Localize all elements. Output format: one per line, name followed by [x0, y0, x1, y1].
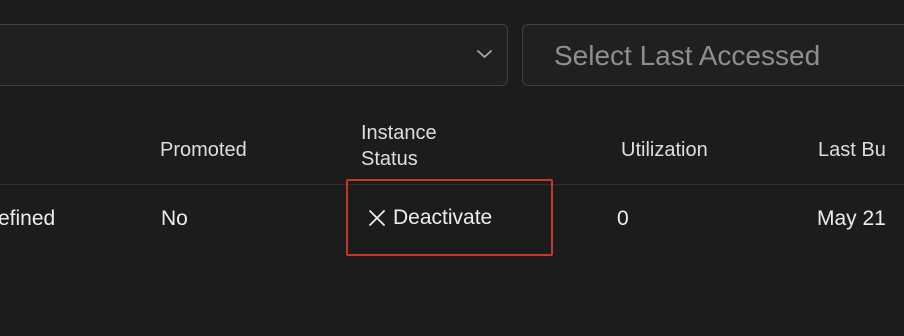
column-header-instance-status-line2: Status [361, 148, 418, 170]
deactivate-button[interactable]: Deactivate [368, 205, 492, 231]
chevron-down-icon[interactable] [476, 48, 493, 60]
last-accessed-placeholder: Select Last Accessed [554, 40, 821, 71]
column-header-last-built[interactable]: Last Bu [818, 138, 886, 162]
deactivate-label: Deactivate [393, 206, 493, 229]
cell-last-built: May 21 [817, 207, 886, 230]
column-header-promoted[interactable]: Promoted [160, 138, 247, 162]
filter-select[interactable] [0, 24, 508, 86]
last-accessed-select[interactable]: Select Last Accessed [522, 24, 904, 86]
cell-utilization: 0 [617, 207, 629, 230]
close-icon [369, 210, 385, 226]
column-header-utilization[interactable]: Utilization [621, 138, 708, 162]
cell-type: efined [0, 207, 56, 230]
column-header-instance-status[interactable]: Instance Status [361, 120, 437, 172]
cell-promoted: No [161, 207, 188, 230]
column-header-instance-status-line1: Instance [361, 122, 437, 144]
